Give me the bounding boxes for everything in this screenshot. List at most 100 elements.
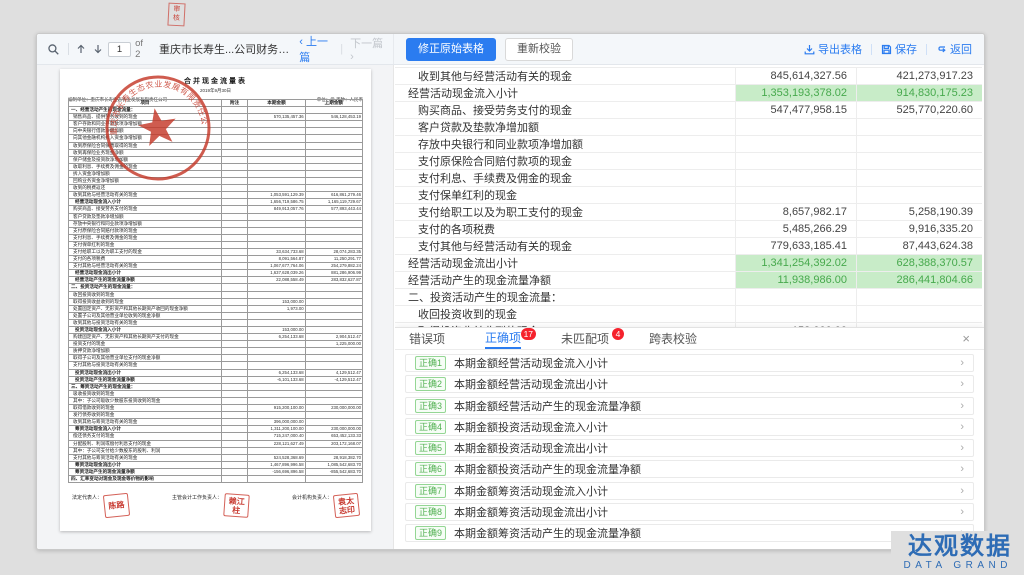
pdf-row-current: 6,254,133.68 — [248, 334, 305, 341]
pdf-row-prior — [305, 447, 362, 454]
pdf-table-row: 购买商品、接受劳务支付的现金849,913,057.76577,893,443.… — [69, 206, 363, 213]
list-item[interactable]: 正确4本期金额投资活动现金流入小计› — [405, 418, 974, 436]
item-status-tag: 正确2 — [415, 377, 446, 391]
pdf-row-current: 715,247,000.40 — [248, 433, 305, 440]
document-filename: 重庆市长寿生...公司财务报表.pdf — [159, 41, 299, 57]
row-current-amount: 779,633,185.41 — [735, 238, 856, 254]
pdf-row-label: 存放中央银行和同业款项净增加额 — [69, 220, 222, 227]
pdf-row-prior: 28,918,382.70 — [305, 454, 362, 461]
tab-unmatched[interactable]: 未匹配项4 — [561, 328, 609, 349]
item-status-tag: 正确1 — [415, 356, 446, 370]
list-item[interactable]: 正确8本期金额筹资活动现金流出小计› — [405, 503, 974, 521]
recheck-button[interactable]: 重新校验 — [505, 38, 573, 61]
table-row[interactable]: 支付给职工以及为职工支付的现金8,657,982.175,258,190.39 — [395, 204, 982, 221]
signature-row: 法定代表人：陈路主管会计工作负责人：赖江柱会计机构负责人：袁太志印 — [72, 494, 359, 517]
row-prior-amount — [856, 306, 982, 322]
chevron-right-icon: › — [960, 378, 964, 390]
pdf-row-label: 收回投资收到的现金 — [69, 291, 222, 298]
table-row[interactable]: 支付其他与经营活动有关的现金779,633,185.4187,443,624.3… — [395, 238, 982, 255]
list-item[interactable]: 正确1本期金额经营活动现金流入小计› — [405, 354, 974, 372]
pdf-row-prior — [305, 419, 362, 426]
table-row[interactable]: 客户贷款及垫款净增加额 — [395, 119, 982, 136]
pdf-row-note — [221, 305, 247, 312]
pdf-table-row: 客户贷款及垫款净增加额 — [69, 213, 363, 220]
list-item[interactable]: 正确5本期金额投资活动现金流出小计› — [405, 439, 974, 457]
table-row[interactable]: 收到其他与经营活动有关的现金845,614,327.56421,273,917.… — [395, 68, 982, 85]
page-up-icon[interactable] — [74, 41, 88, 57]
pdf-row-prior — [305, 284, 362, 291]
table-row[interactable]: 存放中央银行和同业款项净增加额 — [395, 136, 982, 153]
table-row[interactable]: 经营活动现金流入小计1,353,193,378.02914,830,175.23 — [395, 85, 982, 102]
tab-correct[interactable]: 正确项17 — [485, 328, 521, 349]
pdf-row-prior — [305, 121, 362, 128]
table-row[interactable]: 经营活动产生的现金流量净额11,938,986.00286,441,804.66 — [395, 272, 982, 289]
list-item[interactable]: 正确6本期金额投资活动产生的现金流量净额› — [405, 460, 974, 478]
tab-crosscheck[interactable]: 跨表校验 — [649, 328, 697, 349]
pdf-row-prior — [305, 227, 362, 234]
tab-badge: 4 — [612, 328, 624, 340]
table-row[interactable]: 二、投资活动产生的现金流量： — [395, 289, 982, 306]
signature-group: 会计机构负责人：袁太志印 — [292, 494, 359, 517]
pdf-row-current: 1,467,896,996.58 — [248, 461, 305, 468]
prev-document-link[interactable]: ‹ 上一篇 — [299, 33, 333, 65]
row-label: 支付给职工以及为职工支付的现金 — [395, 204, 735, 220]
table-row[interactable]: 支付利息、手续费及佣金的现金 — [395, 170, 982, 187]
pdf-row-note — [221, 149, 247, 156]
table-row[interactable]: 支付保单红利的现金 — [395, 187, 982, 204]
table-row[interactable]: 支付的各项税费5,485,266.299,916,335.20 — [395, 221, 982, 238]
save-link[interactable]: 保存 — [881, 41, 917, 57]
pdf-table-row: 处置固定资产、无形资产和其他长期资产收回的现金净额1,973.00 — [69, 305, 363, 312]
zoom-icon[interactable] — [46, 41, 60, 57]
pdf-row-prior — [305, 291, 362, 298]
item-status-tag: 正确4 — [415, 420, 446, 434]
export-table-link[interactable]: 导出表格 — [804, 41, 862, 57]
tab-errors[interactable]: 错误项 — [409, 328, 445, 349]
close-icon[interactable]: × — [962, 328, 970, 349]
table-row[interactable]: 经营活动现金流出小计1,341,254,392.02628,388,370.57 — [395, 255, 982, 272]
row-label: 经营活动现金流入小计 — [395, 85, 735, 101]
pdf-row-label: 购买商品、接受劳务支付的现金 — [69, 206, 222, 213]
page-down-icon[interactable] — [91, 41, 105, 57]
tab-label: 错误项 — [409, 330, 445, 347]
pdf-row-note — [221, 433, 247, 440]
tab-badge: 17 — [521, 328, 536, 340]
page-input[interactable] — [108, 42, 131, 57]
pdf-row-note — [221, 185, 247, 192]
list-item[interactable]: 正确9本期金额筹资活动产生的现金流量净额› — [405, 524, 974, 542]
list-item[interactable]: 正确7本期金额筹资活动现金流入小计› — [405, 482, 974, 500]
pdf-row-current — [248, 220, 305, 227]
pdf-row-prior: 653,452,133.33 — [305, 433, 362, 440]
pdf-row-note — [221, 192, 247, 199]
pdf-table-row: 四、汇率变动对现金及现金等价物的影响 — [69, 475, 363, 482]
row-label: 支付其他与经营活动有关的现金 — [395, 238, 735, 254]
pdf-row-label: 处置子公司及其他营业单位收到的现金净额 — [69, 312, 222, 319]
pdf-row-label: 经营活动现金流入小计 — [69, 199, 222, 206]
table-row[interactable]: 收回投资收到的现金 — [395, 306, 982, 323]
pdf-row-note — [221, 163, 247, 170]
pdf-row-current: 153,000.00 — [248, 298, 305, 305]
pdf-page[interactable]: 合并现金流量表 2019年9月30日 编制单位：重庆市长寿生态农业发展有限责任公… — [60, 69, 371, 531]
pdf-table-row: 存放中央银行和同业款项净增加额 — [69, 220, 363, 227]
pdf-row-current: 570,135,457.36 — [248, 114, 305, 121]
fix-table-button[interactable]: 修正原始表格 — [406, 38, 496, 61]
pdf-row-prior: 546,128,453.19 — [305, 114, 362, 121]
pdf-row-note — [221, 376, 247, 383]
table-row[interactable]: 支付原保险合同赔付款项的现金 — [395, 153, 982, 170]
item-text: 本期金额筹资活动现金流出小计 — [454, 504, 608, 520]
row-prior-amount — [856, 136, 982, 152]
back-link[interactable]: 返回 — [936, 41, 972, 57]
pdf-row-label: 发行债券收到的现金 — [69, 412, 222, 419]
table-row[interactable]: 购买商品、接受劳务支付的现金547,477,958.15525,770,220.… — [395, 102, 982, 119]
row-label: 收到其他与经营活动有关的现金 — [395, 68, 735, 84]
pdf-row-label: 质押贷款净增加额 — [69, 348, 222, 355]
pdf-row-prior — [305, 348, 362, 355]
list-item[interactable]: 正确3本期金额经营活动产生的现金流量净额› — [405, 397, 974, 415]
row-label: 支付保单红利的现金 — [395, 187, 735, 203]
pdf-row-label: 取得投资收益收到的现金 — [69, 298, 222, 305]
list-item[interactable]: 正确2本期金额经营活动现金流出小计› — [405, 375, 974, 393]
pdf-table-row: 支付给职工以及为职工支付的现金33,634,733.6828,074,283.3… — [69, 248, 363, 255]
item-status-tag: 正确3 — [415, 399, 446, 413]
next-document-link[interactable]: 下一篇 › — [350, 35, 384, 63]
pdf-table-row: 投资活动现金流入小计153,000.00 — [69, 327, 363, 334]
actions-toolbar: 修正原始表格 重新校验 导出表格 保存 返回 — [394, 34, 984, 64]
